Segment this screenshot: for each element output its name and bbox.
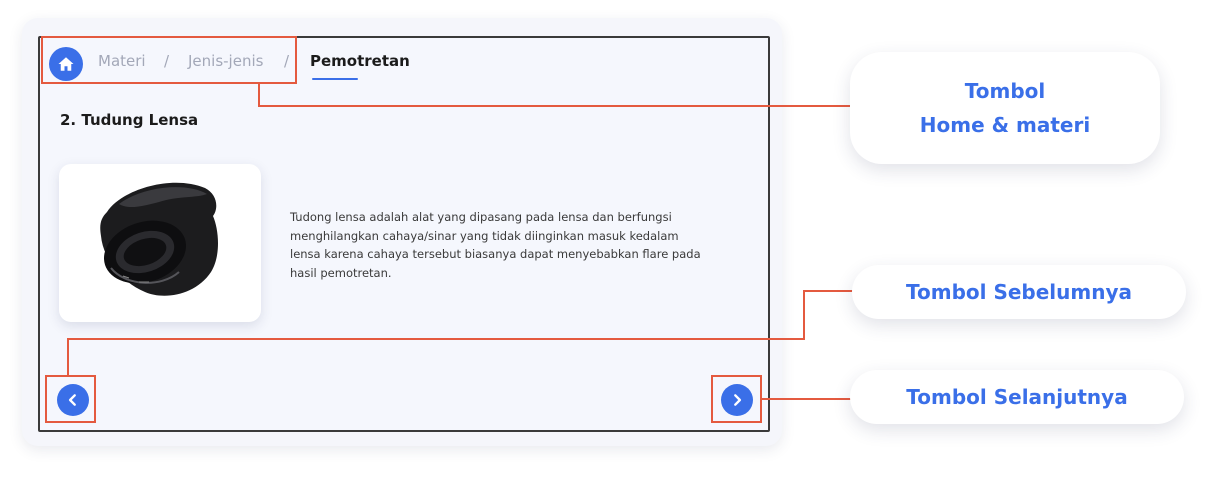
callout-home-line1: Tombol [964, 79, 1046, 103]
highlight-next [711, 375, 762, 423]
callout-home-line2: Home & materi [919, 113, 1091, 137]
connector-home [258, 105, 852, 107]
callout-home-materi: Tombol Home & materi [850, 52, 1160, 164]
active-tab-indicator [312, 78, 358, 80]
lesson-screen: Materi / Jenis-jenis / Pemotretan 2. Tud… [38, 36, 770, 432]
callout-next: Tombol Selanjutnya [850, 370, 1184, 424]
connector-prev [67, 338, 69, 375]
connector-home [258, 84, 260, 107]
section-title: 2. Tudung Lensa [60, 111, 199, 129]
breadcrumb-active: Pemotretan [310, 52, 410, 70]
lesson-description: Tudong lensa adalah alat yang dipasang p… [290, 210, 701, 280]
connector-next [762, 398, 852, 400]
highlight-breadcrumb [41, 36, 297, 84]
lens-hood-image [59, 164, 261, 322]
connector-prev [803, 290, 855, 292]
callout-previous: Tombol Sebelumnya [852, 265, 1186, 319]
highlight-prev [45, 375, 96, 423]
lens-hood-photo [100, 182, 218, 296]
connector-prev [67, 338, 805, 340]
connector-prev [803, 290, 805, 340]
